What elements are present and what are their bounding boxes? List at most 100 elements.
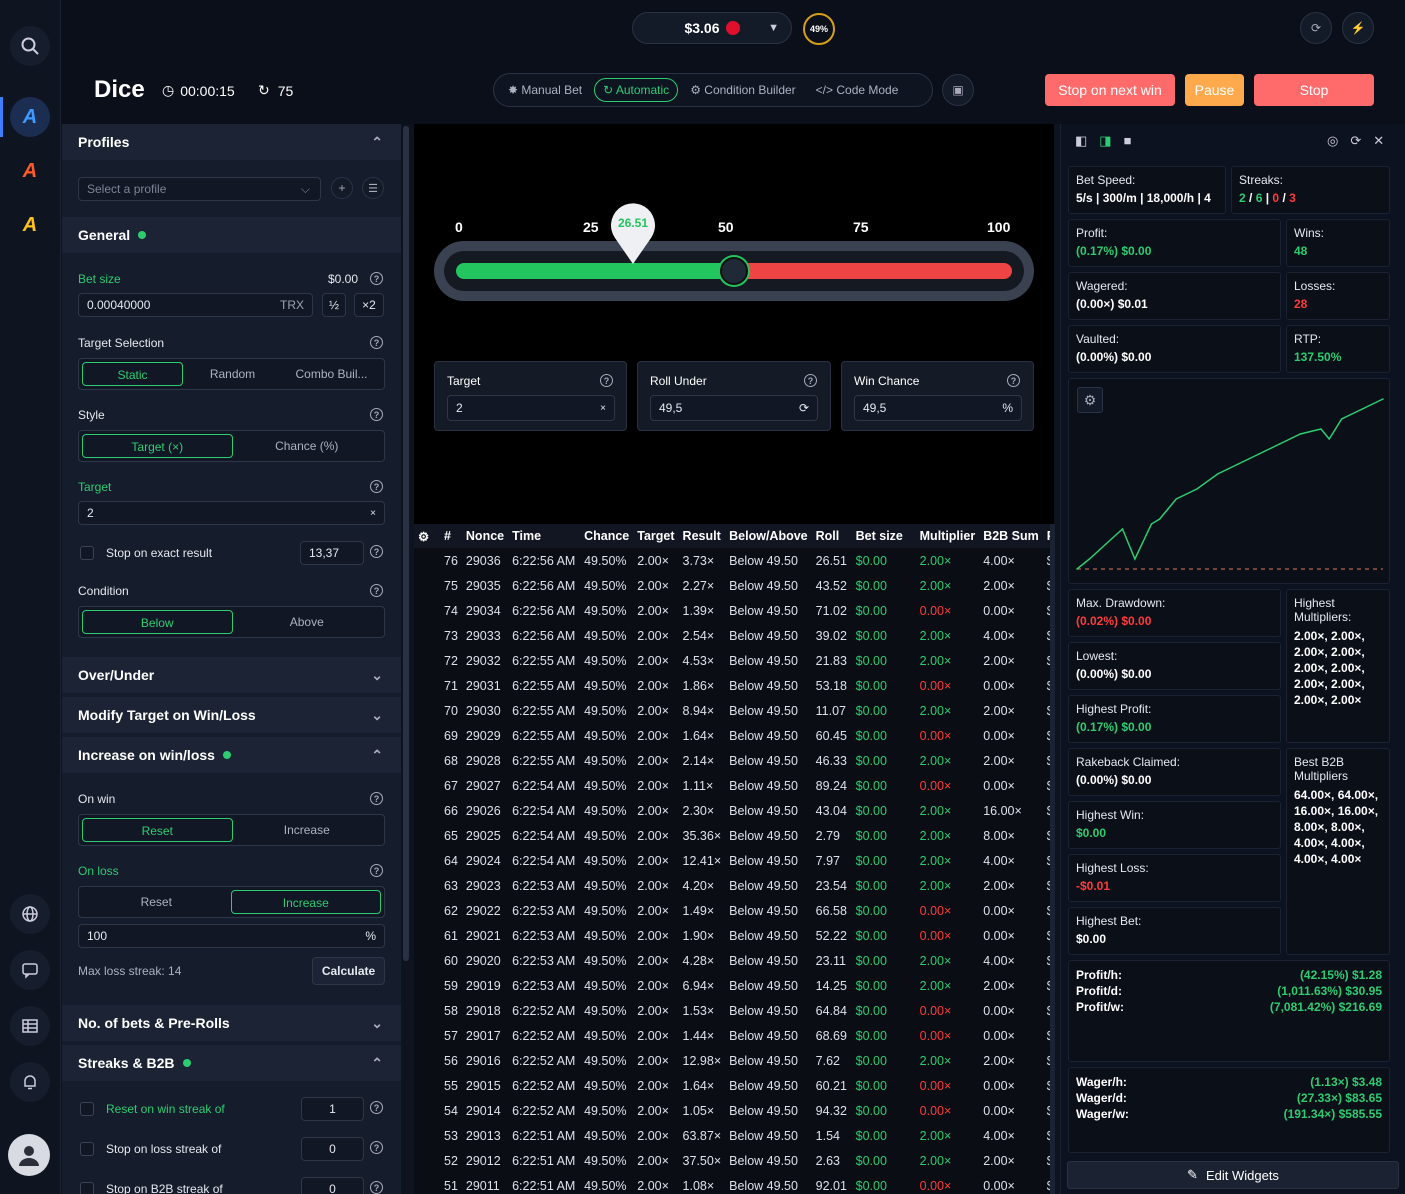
stop-b2b-checkbox[interactable] [80,1182,94,1194]
option-below[interactable]: Below [82,610,233,634]
stop-on-next-win-button[interactable]: Stop on next win [1045,74,1175,106]
table-row[interactable]: 61 29021 6:22:53 AM 49.50% 2.00× 1.90× Below 4… [414,923,1050,948]
column-header[interactable]: # [440,524,462,548]
win-chance-input[interactable]: 49,5% [854,395,1022,421]
column-header[interactable]: Nonce [461,524,509,548]
globe-icon[interactable] [10,894,50,934]
stop-exact-checkbox[interactable] [80,546,94,560]
help-icon[interactable]: ? [370,584,383,597]
bell-icon[interactable] [10,1062,50,1102]
table-row[interactable]: 57 29017 6:22:52 AM 49.50% 2.00× 1.44× Below 4… [414,1023,1050,1048]
help-icon[interactable]: ? [370,408,383,421]
help-icon[interactable]: ? [370,272,383,285]
help-icon[interactable]: ? [370,864,383,877]
option-reset[interactable]: Reset [82,890,231,914]
column-header[interactable]: Chance [580,524,634,548]
app-logo-icon-yellow[interactable]: A [10,205,50,245]
table-row[interactable]: 65 29025 6:22:54 AM 49.50% 2.00× 35.36× Below … [414,823,1050,848]
column-header[interactable]: Multiplier [915,524,980,548]
table-row[interactable]: 63 29023 6:22:53 AM 49.50% 2.00× 4.20× Below 4… [414,873,1050,898]
calendar-icon[interactable]: ▣ [942,74,974,106]
help-icon[interactable]: ? [370,1181,383,1194]
help-icon[interactable]: ? [600,374,613,387]
help-icon[interactable]: ? [1007,374,1020,387]
column-header[interactable]: Below/Above [725,524,812,548]
layout-left-icon[interactable]: ◧ [1075,133,1087,149]
column-header[interactable]: Bet size [851,524,916,548]
column-header[interactable]: Time [508,524,581,548]
table-scrollbar[interactable] [1050,524,1055,1194]
table-row[interactable]: 71 29031 6:22:55 AM 49.50% 2.00× 1.86× Below 4… [414,673,1050,698]
reset-win-checkbox[interactable] [80,1102,94,1116]
tab-code-mode[interactable]: </> Code Mode [808,79,907,101]
stop-exact-input[interactable]: 13,37 [300,541,364,565]
table-icon[interactable] [10,1006,50,1046]
option-reset[interactable]: Reset [82,818,233,842]
table-row[interactable]: 54 29014 6:22:52 AM 49.50% 2.00× 1.05× Below 4… [414,1098,1050,1123]
table-row[interactable]: 72 29032 6:22:55 AM 49.50% 2.00× 4.53× Below 4… [414,648,1050,673]
refresh-icon[interactable]: ⟳ [1300,12,1332,44]
edit-widgets-button[interactable]: ✎ Edit Widgets [1067,1161,1399,1189]
option-increase[interactable]: Increase [233,818,382,842]
table-row[interactable]: 52 29012 6:22:51 AM 49.50% 2.00× 37.50× Below … [414,1148,1050,1173]
target-input[interactable]: 2 × [447,395,615,421]
search-icon[interactable] [10,26,50,66]
option-increase[interactable]: Increase [230,890,381,914]
help-icon[interactable]: ? [370,1101,383,1114]
slider-handle[interactable] [720,257,748,285]
table-row[interactable]: 68 29028 6:22:55 AM 49.50% 2.00× 2.14× Below 4… [414,748,1050,773]
section-general[interactable]: General [62,217,401,253]
table-row[interactable]: 60 29020 6:22:53 AM 49.50% 2.00× 4.28× Below 4… [414,948,1050,973]
tab-manual-bet[interactable]: ✸ Manual Bet [500,79,590,101]
target-input[interactable]: 2 × [78,501,385,525]
option-above[interactable]: Above [233,610,382,634]
hide-icon[interactable]: ◎ [1327,133,1338,149]
table-row[interactable]: 56 29016 6:22:52 AM 49.50% 2.00× 12.98× Below … [414,1048,1050,1073]
profile-select[interactable]: Select a profile ⌵ [78,177,321,201]
column-header[interactable]: B2B Sum [979,524,1043,548]
calculate-button[interactable]: Calculate [312,957,385,985]
help-icon[interactable]: ? [370,1141,383,1154]
lightning-icon[interactable]: ⚡ [1342,12,1374,44]
loss-increase-input[interactable]: 100% [78,924,385,948]
table-row[interactable]: 62 29022 6:22:53 AM 49.50% 2.00× 1.49× Below 4… [414,898,1050,923]
column-header[interactable]: Payo [1042,524,1050,548]
stop-b2b-input[interactable]: 0 [301,1177,364,1194]
pause-button[interactable]: Pause [1185,74,1244,106]
section-modify-target[interactable]: Modify Target on Win/Loss ⌄ [62,697,401,733]
app-logo-icon-blue[interactable]: A [10,97,50,137]
section-over-under[interactable]: Over/Under ⌄ [62,657,401,693]
option-target[interactable]: Target (×) [82,434,233,458]
section-streaks[interactable]: Streaks & B2B ⌃ [62,1045,401,1081]
table-row[interactable]: 53 29013 6:22:51 AM 49.50% 2.00× 63.87× Below … [414,1123,1050,1148]
column-header[interactable]: Result [678,524,726,548]
avatar[interactable] [8,1134,50,1176]
column-header[interactable]: Target [633,524,679,548]
table-row[interactable]: 58 29018 6:22:52 AM 49.50% 2.00× 1.53× Below 4… [414,998,1050,1023]
add-profile-icon[interactable]: + [331,177,353,199]
table-row[interactable]: 69 29029 6:22:55 AM 49.50% 2.00× 1.64× Below 4… [414,723,1050,748]
tab-condition-builder[interactable]: ⚙ Condition Builder [682,79,803,101]
table-row[interactable]: 73 29033 6:22:56 AM 49.50% 2.00× 2.54× Below 4… [414,623,1050,648]
table-row[interactable]: 74 29034 6:22:56 AM 49.50% 2.00× 1.39× Below 4… [414,598,1050,623]
table-row[interactable]: 66 29026 6:22:54 AM 49.50% 2.00× 2.30× Below 4… [414,798,1050,823]
section-increase[interactable]: Increase on win/loss ⌃ [62,737,401,773]
option-static[interactable]: Static [82,362,183,386]
gear-icon[interactable]: ⚙ [1077,387,1103,413]
column-header[interactable]: Roll [811,524,852,548]
option-combo[interactable]: Combo Buil... [282,362,381,386]
table-row[interactable]: 75 29035 6:22:56 AM 49.50% 2.00× 2.27× Below 4… [414,573,1050,598]
scrollbar[interactable] [401,124,414,1194]
chat-icon[interactable] [10,950,50,990]
help-icon[interactable]: ? [370,480,383,493]
wallet-selector[interactable]: $3.06 ▼ [632,12,792,44]
table-row[interactable]: 51 29011 6:22:51 AM 49.50% 2.00× 1.08× Below 4… [414,1173,1050,1194]
layout-full-icon[interactable]: ■ [1124,133,1132,149]
help-icon[interactable]: ? [370,336,383,349]
help-icon[interactable]: ? [370,545,383,558]
table-row[interactable]: 70 29030 6:22:55 AM 49.50% 2.00× 8.94× Below 4… [414,698,1050,723]
roll-under-input[interactable]: 49,5 ⟳ [650,395,818,421]
table-row[interactable]: 55 29015 6:22:52 AM 49.50% 2.00× 1.64× Below 4… [414,1073,1050,1098]
close-icon[interactable]: ✕ [1373,133,1384,149]
layers-icon[interactable]: ☰ [362,177,384,199]
